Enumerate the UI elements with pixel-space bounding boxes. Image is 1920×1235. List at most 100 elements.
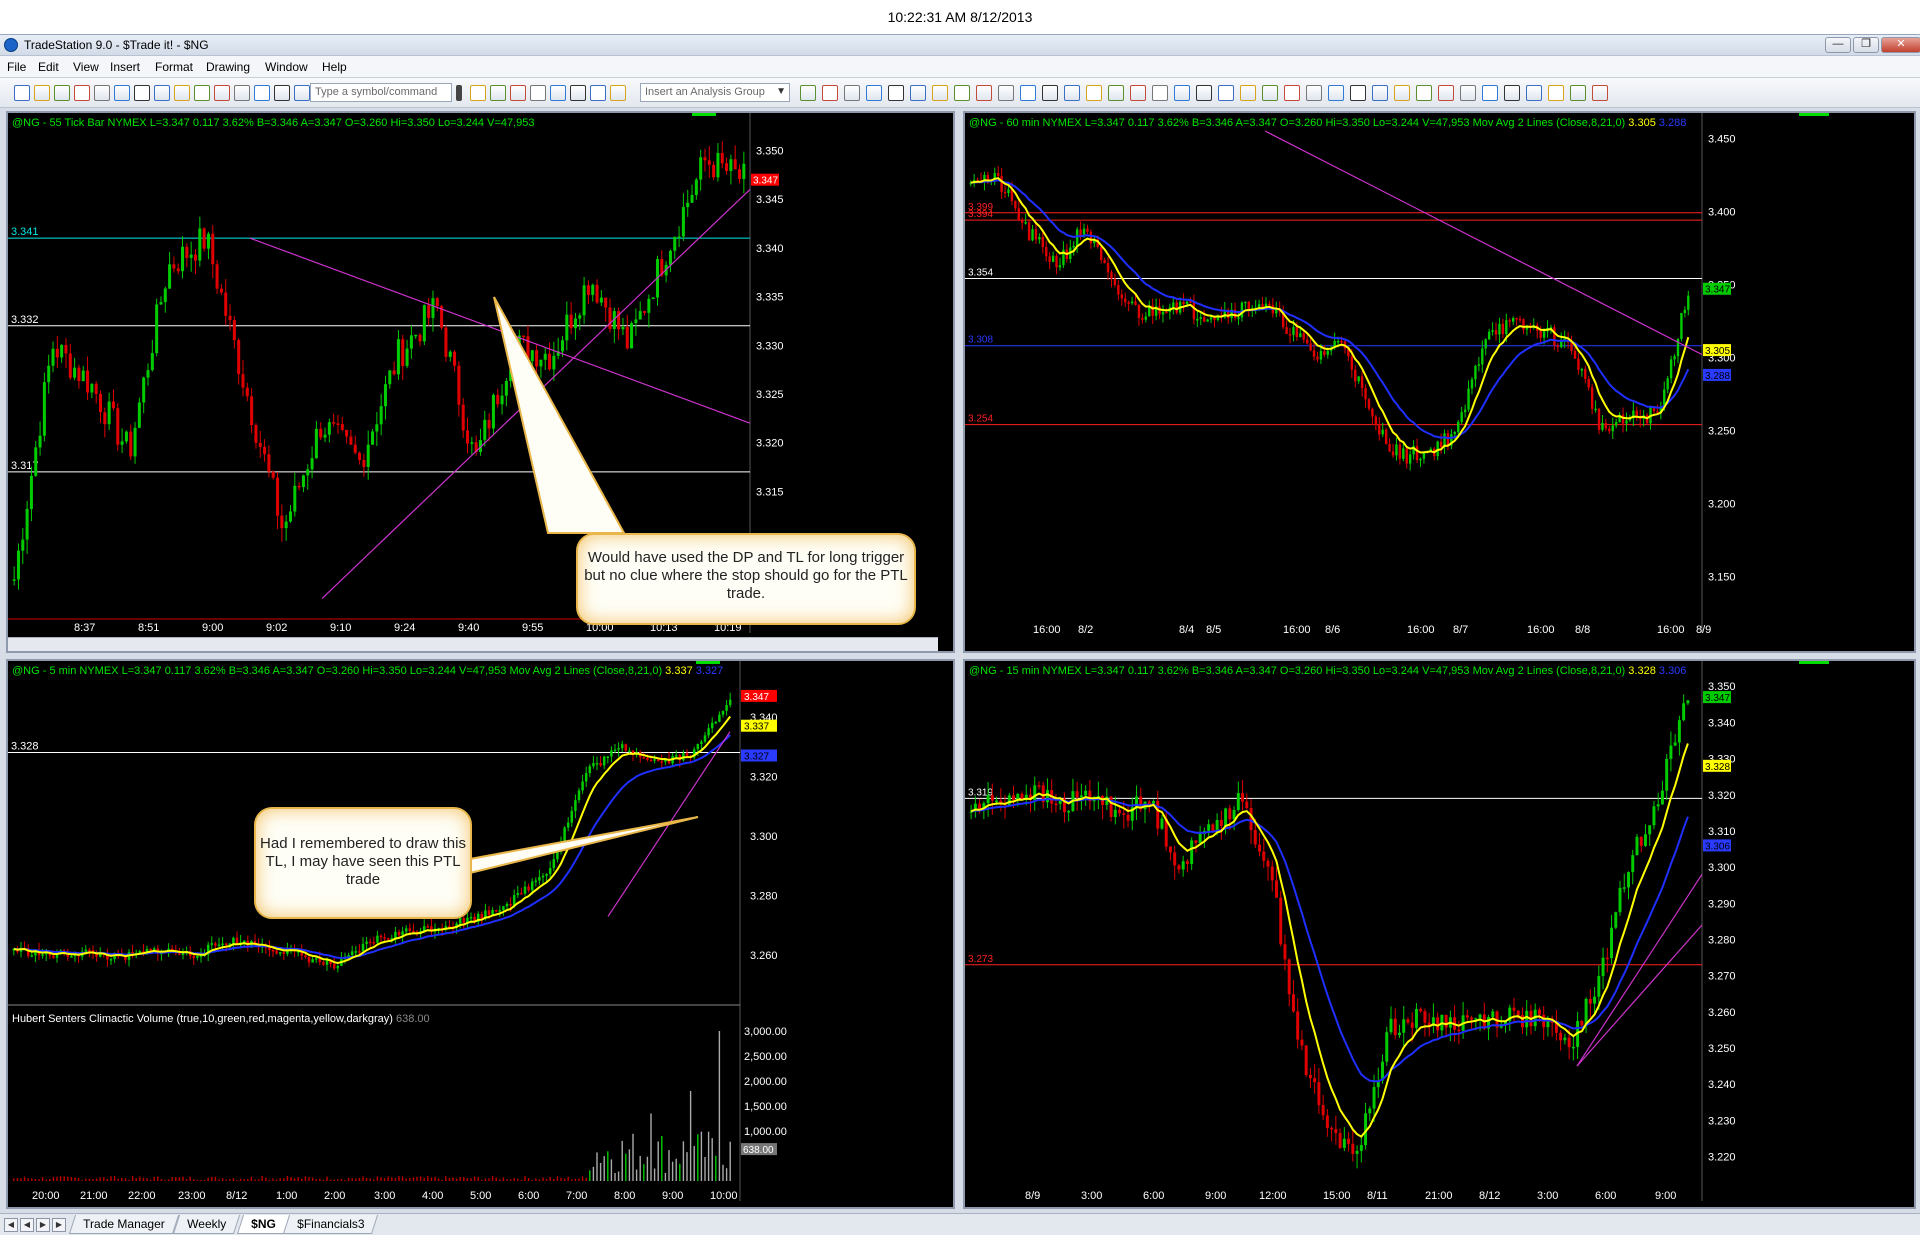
toolbar-tool-icon[interactable] bbox=[932, 85, 948, 101]
menu-help[interactable]: Help bbox=[322, 60, 347, 74]
minimize-button[interactable]: — bbox=[1825, 37, 1851, 53]
toolbar-tool-icon[interactable] bbox=[154, 85, 170, 101]
toolbar-tool-icon[interactable] bbox=[1064, 85, 1080, 101]
toolbar-tool-icon[interactable] bbox=[1262, 85, 1278, 101]
toolbar-tool-icon[interactable] bbox=[1130, 85, 1146, 101]
title-bar[interactable]: TradeStation 9.0 - $Trade it! - $NG — ❐ … bbox=[0, 35, 1920, 56]
menu-insert[interactable]: Insert bbox=[110, 60, 140, 74]
five-minute-candle-body bbox=[181, 953, 185, 956]
toolbar-tool-icon[interactable] bbox=[1196, 85, 1212, 101]
menu-edit[interactable]: Edit bbox=[38, 60, 59, 74]
toolbar-tool-icon[interactable] bbox=[888, 85, 904, 101]
prev-tab-icon[interactable]: ◀ bbox=[20, 1218, 34, 1232]
tab-ng[interactable]: $NG bbox=[236, 1215, 290, 1234]
menu-format[interactable]: Format bbox=[155, 60, 193, 74]
toolbar-tool-icon[interactable] bbox=[998, 85, 1014, 101]
tab-financials3[interactable]: $Financials3 bbox=[282, 1215, 379, 1234]
toolbar-tool-icon[interactable] bbox=[976, 85, 992, 101]
toolbar-tool-icon[interactable] bbox=[490, 85, 506, 101]
hourly-chart-pane[interactable]: 3.4503.4003.3503.3003.2503.2003.1503.399… bbox=[963, 111, 1916, 653]
toolbar-tool-icon[interactable] bbox=[54, 85, 70, 101]
toolbar-tool-icon[interactable] bbox=[174, 85, 190, 101]
toolbar-tool-icon[interactable] bbox=[1240, 85, 1256, 101]
last-tab-icon[interactable]: ▶ bbox=[52, 1218, 66, 1232]
fifteen-minute-chart-pane[interactable]: 3.350 3.340 3.330 3.320 3.310 3.300 3.290 3.280… bbox=[963, 659, 1916, 1209]
toolbar-tool-icon[interactable] bbox=[214, 85, 230, 101]
menu-view[interactable]: View bbox=[73, 60, 99, 74]
five-minute-chart-pane[interactable]: 3.340 3.320 3.300 3.280 3.260 3.328 3.347 3.337… bbox=[6, 659, 955, 1209]
toolbar-tool-icon[interactable] bbox=[570, 85, 586, 101]
toolbar-tool-icon[interactable] bbox=[94, 85, 110, 101]
price-marker-label: 3.347 bbox=[744, 692, 769, 703]
toolbar-tool-icon[interactable] bbox=[1306, 85, 1322, 101]
hourly-candle-body bbox=[1491, 330, 1494, 332]
toolbar-tool-icon[interactable] bbox=[1350, 85, 1366, 101]
hourly-candle-body bbox=[1508, 320, 1511, 322]
symbol-input[interactable]: Type a symbol/command bbox=[310, 83, 452, 102]
fifteen-minute-candle-body bbox=[1198, 833, 1202, 844]
analysis-group-select[interactable]: Insert an Analysis Group ▼ bbox=[640, 83, 790, 102]
toolbar-tool-icon[interactable] bbox=[294, 85, 310, 101]
toolbar-tool-icon[interactable] bbox=[1086, 85, 1102, 101]
toolbar-tool-icon[interactable] bbox=[1152, 85, 1168, 101]
toolbar-tool-icon[interactable] bbox=[194, 85, 210, 101]
toolbar-tool-icon[interactable] bbox=[822, 85, 838, 101]
toolbar-tool-icon[interactable] bbox=[470, 85, 486, 101]
toolbar-tool-icon[interactable] bbox=[1504, 85, 1520, 101]
toolbar-tool-icon[interactable] bbox=[1416, 85, 1432, 101]
toolbar-tool-icon[interactable] bbox=[1570, 85, 1586, 101]
tick-callout[interactable]: Would have used the DP and TL for long t… bbox=[576, 533, 916, 625]
menu-file[interactable]: File bbox=[7, 60, 26, 74]
toolbar-tool-icon[interactable] bbox=[530, 85, 546, 101]
tab-trade-manager[interactable]: Trade Manager bbox=[68, 1215, 179, 1234]
toolbar-tool-icon[interactable] bbox=[254, 85, 270, 101]
toolbar-tool-icon[interactable] bbox=[910, 85, 926, 101]
menu-window[interactable]: Window bbox=[265, 60, 308, 74]
next-tab-icon[interactable]: ▶ bbox=[36, 1218, 50, 1232]
toolbar-tool-icon[interactable] bbox=[954, 85, 970, 101]
close-button[interactable]: ✕ bbox=[1881, 37, 1920, 53]
tick-horizontal-scrollbar[interactable] bbox=[8, 637, 938, 651]
toolbar-tool-icon[interactable] bbox=[1526, 85, 1542, 101]
toolbar-tool-icon[interactable] bbox=[844, 85, 860, 101]
toolbar-tool-icon[interactable] bbox=[510, 85, 526, 101]
toolbar-tool-icon[interactable] bbox=[234, 85, 250, 101]
five-minute-callout[interactable]: Had I remembered to draw this TL, I may … bbox=[254, 807, 472, 919]
toolbar-tool-icon[interactable] bbox=[1174, 85, 1190, 101]
toolbar-tool-icon[interactable] bbox=[1460, 85, 1476, 101]
toolbar-tool-icon[interactable] bbox=[1042, 85, 1058, 101]
toolbar-tool-icon[interactable] bbox=[1218, 85, 1234, 101]
toolbar-tool-icon[interactable] bbox=[114, 85, 130, 101]
five-minute-candle-body bbox=[383, 937, 386, 939]
five-minute-candle-body bbox=[566, 822, 570, 828]
first-tab-icon[interactable]: ◀ bbox=[4, 1218, 18, 1232]
restore-button[interactable]: ❐ bbox=[1853, 37, 1879, 53]
toolbar-tool-icon[interactable] bbox=[1108, 85, 1124, 101]
toolbar-tool-icon[interactable] bbox=[14, 85, 30, 101]
toolbar-tool-icon[interactable] bbox=[800, 85, 816, 101]
toolbar-tool-icon[interactable] bbox=[74, 85, 90, 101]
toolbar-tool-icon[interactable] bbox=[610, 85, 626, 101]
toolbar-tool-icon[interactable] bbox=[1394, 85, 1410, 101]
toolbar-tool-icon[interactable] bbox=[1592, 85, 1608, 101]
play-arrow-icon[interactable] bbox=[456, 85, 462, 101]
tick-candle-body bbox=[552, 355, 556, 370]
toolbar-tool-icon[interactable] bbox=[1482, 85, 1498, 101]
menu-drawing[interactable]: Drawing bbox=[206, 60, 250, 74]
toolbar-tool-icon[interactable] bbox=[274, 85, 290, 101]
toolbar-tool-icon[interactable] bbox=[866, 85, 882, 101]
time-axis-tick: 3:00 bbox=[1537, 1190, 1558, 1202]
toolbar-tool-icon[interactable] bbox=[34, 85, 50, 101]
toolbar-tool-icon[interactable] bbox=[134, 85, 150, 101]
toolbar-tool-icon[interactable] bbox=[550, 85, 566, 101]
tab-weekly[interactable]: Weekly bbox=[172, 1215, 241, 1234]
toolbar-tool-icon[interactable] bbox=[1438, 85, 1454, 101]
toolbar-tool-icon[interactable] bbox=[590, 85, 606, 101]
toolbar-tool-icon[interactable] bbox=[1548, 85, 1564, 101]
toolbar-tool-icon[interactable] bbox=[1284, 85, 1300, 101]
toolbar-tool-icon[interactable] bbox=[1372, 85, 1388, 101]
toolbar-tool-icon[interactable] bbox=[1328, 85, 1344, 101]
toolbar-tool-icon[interactable] bbox=[1020, 85, 1036, 101]
tick-bar-chart-pane[interactable]: 3.350 3.345 3.340 3.335 3.330 3.325 3.320 3.315… bbox=[6, 111, 955, 653]
price-marker-label: 3.305 bbox=[1705, 346, 1730, 357]
